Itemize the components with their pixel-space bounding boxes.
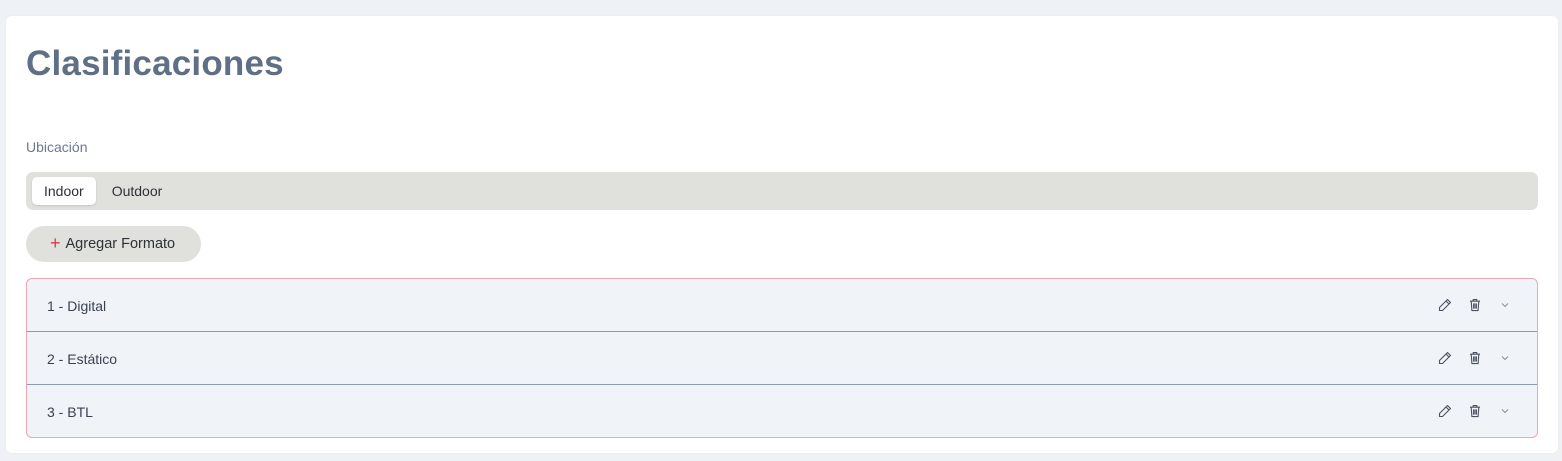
chevron-down-icon[interactable] (1497, 403, 1513, 419)
list-item-label: 2 - Estático (47, 351, 118, 367)
pencil-icon[interactable] (1437, 297, 1453, 313)
ubicacion-label: Ubicación (26, 139, 88, 155)
add-format-label: Agregar Formato (65, 236, 176, 252)
main-card: Clasificaciones Ubicación Indoor Outdoor… (6, 16, 1558, 453)
pencil-icon[interactable] (1437, 403, 1453, 419)
list-item[interactable]: 2 - Estático (27, 332, 1537, 385)
segment-outdoor[interactable]: Outdoor (100, 177, 175, 205)
ubicacion-segmented-control: Indoor Outdoor (26, 172, 1538, 210)
page-title: Clasificaciones (26, 44, 284, 83)
segment-indoor[interactable]: Indoor (32, 177, 96, 205)
chevron-down-icon[interactable] (1497, 350, 1513, 366)
plus-icon: + (50, 233, 61, 253)
add-format-button[interactable]: + Agregar Formato (26, 226, 201, 262)
list-item[interactable]: 3 - BTL (27, 385, 1537, 437)
formats-list: 1 - Digital 2 - Estático 3 - BTL (26, 278, 1538, 438)
row-actions (1437, 403, 1513, 419)
chevron-down-icon[interactable] (1497, 297, 1513, 313)
row-actions (1437, 297, 1513, 313)
list-item-label: 1 - Digital (47, 298, 107, 314)
trash-icon[interactable] (1467, 350, 1483, 366)
list-item-label: 3 - BTL (47, 404, 93, 420)
list-item[interactable]: 1 - Digital (27, 279, 1537, 332)
trash-icon[interactable] (1467, 297, 1483, 313)
pencil-icon[interactable] (1437, 350, 1453, 366)
trash-icon[interactable] (1467, 403, 1483, 419)
row-actions (1437, 350, 1513, 366)
